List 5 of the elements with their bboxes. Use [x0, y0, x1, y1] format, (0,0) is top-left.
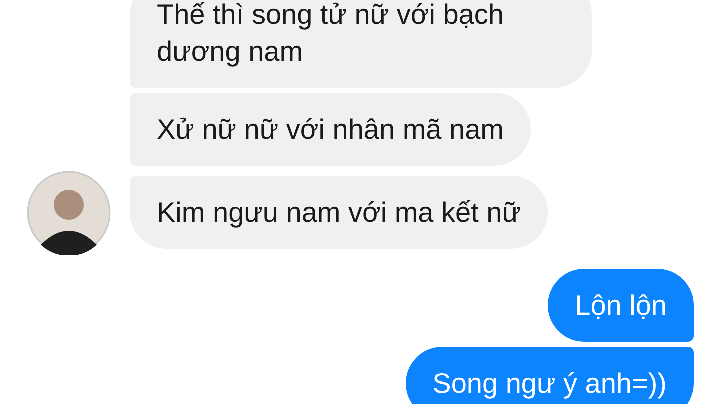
- message-bubble: Xử nữ nữ với nhân mã nam: [130, 93, 531, 166]
- message-bubble: Thế thì song tử nữ với bạch dương nam: [130, 0, 592, 88]
- message-bubble: Lộn lộn: [548, 269, 694, 342]
- message-bubble: Kim ngưu nam với ma kết nữ: [130, 176, 548, 249]
- message-bubble: Song ngư ý anh=)): [406, 347, 694, 404]
